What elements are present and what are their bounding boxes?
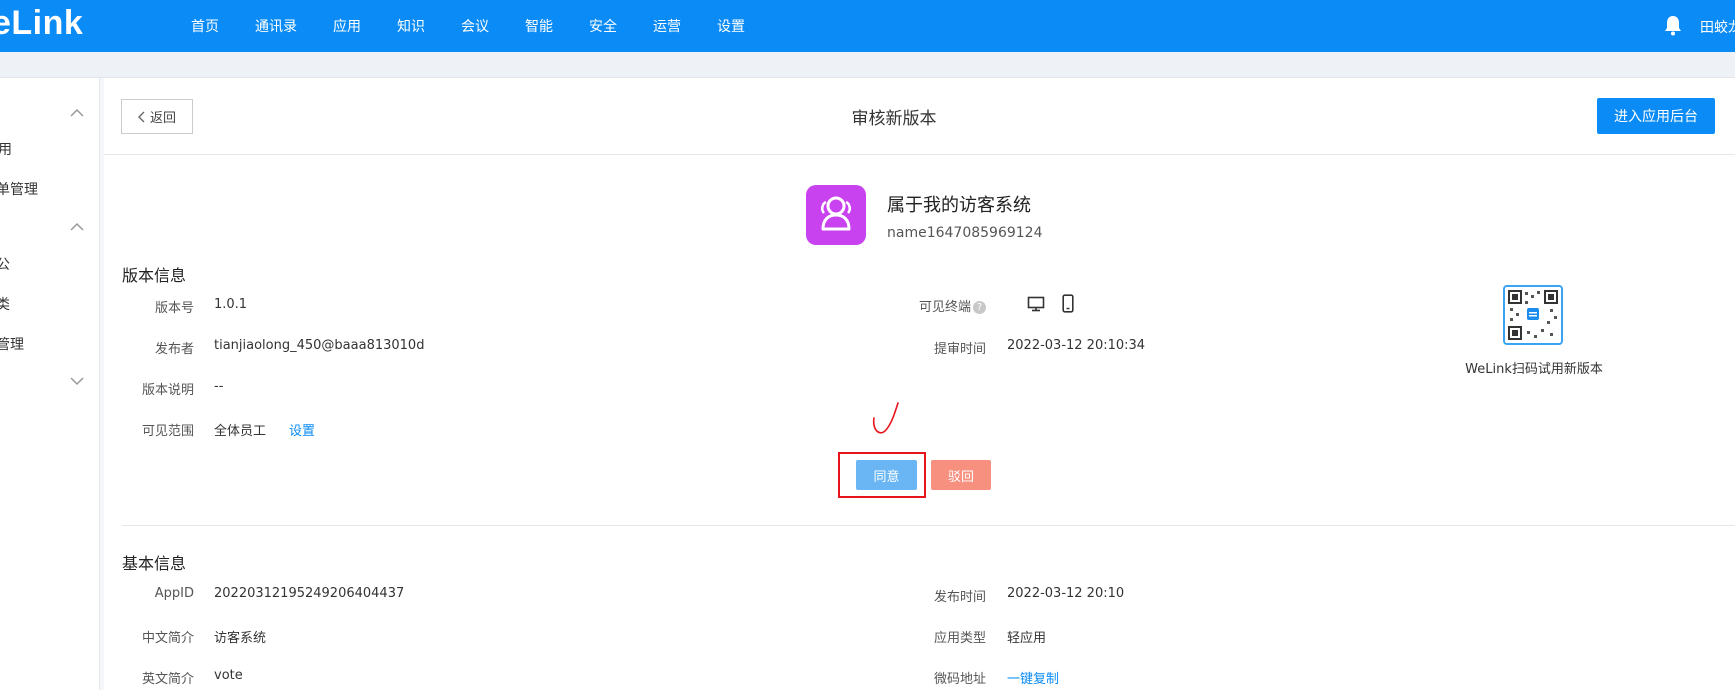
top-navigation-bar: eLink 首页 通讯录 应用 知识 会议 智能 安全 运营 设置 田蛟龙 bbox=[0, 0, 1735, 52]
copy-micro-code-link[interactable]: 一键复制 bbox=[1007, 668, 1059, 687]
visible-terminal-label: 可见终端? bbox=[896, 296, 986, 315]
submit-time-value: 2022-03-12 20:10:34 bbox=[1007, 338, 1146, 353]
users-icon bbox=[821, 196, 851, 231]
app-icon bbox=[806, 185, 866, 245]
sub-header-strip bbox=[0, 52, 1735, 78]
welink-logo[interactable]: eLink bbox=[0, 4, 83, 43]
app-name: 属于我的访客系统 bbox=[887, 195, 1031, 216]
nav-item-security[interactable]: 安全 bbox=[589, 16, 617, 36]
nav-item-smart[interactable]: 智能 bbox=[525, 16, 553, 36]
main-panel: 返回 审核新版本 进入应用后台 属于我的访客系统 name16470859691… bbox=[104, 78, 1735, 690]
version-desc-value: -- bbox=[214, 379, 224, 394]
appid-label: AppID bbox=[154, 586, 194, 601]
sidebar: 用 单管理 公 类 管理 bbox=[0, 78, 100, 690]
cn-desc-label: 中文简介 bbox=[141, 631, 194, 646]
agree-button[interactable]: 同意 bbox=[856, 460, 917, 490]
user-name[interactable]: 田蛟龙 bbox=[1700, 17, 1735, 37]
sidebar-item-3[interactable]: 公 bbox=[0, 254, 10, 274]
help-icon[interactable]: ? bbox=[973, 301, 986, 314]
reject-button[interactable]: 驳回 bbox=[931, 460, 991, 490]
enter-app-console-button[interactable]: 进入应用后台 bbox=[1597, 98, 1715, 134]
bell-icon[interactable] bbox=[1663, 14, 1683, 36]
publisher-value: tianjiaolong_450@baaa813010d bbox=[214, 338, 425, 353]
sidebar-item-4[interactable]: 类 bbox=[0, 294, 10, 314]
visible-scope-value: 全体员工 bbox=[214, 424, 267, 439]
qr-code-icon bbox=[1508, 290, 1558, 340]
appid-value: 20220312195249206404437 bbox=[214, 586, 405, 601]
chevron-up-icon[interactable] bbox=[69, 108, 85, 118]
check-mark-annotation bbox=[872, 402, 899, 434]
app-type-label: 应用类型 bbox=[933, 631, 986, 646]
publish-time-value: 2022-03-12 20:10 bbox=[1007, 586, 1125, 601]
micro-code-label: 微码地址 bbox=[933, 672, 986, 687]
sidebar-item-2[interactable]: 单管理 bbox=[0, 179, 38, 199]
sidebar-item-5[interactable]: 管理 bbox=[0, 334, 24, 354]
basic-info-title: 基本信息 bbox=[122, 554, 187, 573]
qr-code[interactable] bbox=[1503, 285, 1563, 345]
chevron-up-icon[interactable] bbox=[69, 222, 85, 232]
nav-item-meeting[interactable]: 会议 bbox=[461, 16, 489, 36]
submit-time-label: 提审时间 bbox=[933, 342, 986, 357]
sidebar-item-1[interactable]: 用 bbox=[0, 139, 12, 159]
visible-terminal-text: 可见终端 bbox=[918, 300, 971, 315]
version-number-label: 版本号 bbox=[154, 301, 194, 316]
en-desc-label: 英文简介 bbox=[141, 672, 194, 687]
publish-time-label: 发布时间 bbox=[933, 590, 986, 605]
nav-item-operations[interactable]: 运营 bbox=[653, 16, 681, 36]
version-number-value: 1.0.1 bbox=[214, 297, 248, 312]
en-desc-value: vote bbox=[214, 668, 243, 683]
qr-trial-label: WeLink扫码试用新版本 bbox=[1465, 362, 1603, 377]
nav-item-settings[interactable]: 设置 bbox=[717, 16, 745, 36]
chevron-down-icon[interactable] bbox=[69, 376, 85, 386]
scope-settings-link[interactable]: 设置 bbox=[289, 420, 315, 439]
version-info-title: 版本信息 bbox=[122, 266, 187, 285]
nav-item-contacts[interactable]: 通讯录 bbox=[255, 16, 297, 36]
visible-scope-label: 可见范围 bbox=[141, 424, 194, 439]
nav-item-apps[interactable]: 应用 bbox=[333, 16, 361, 36]
app-identifier: name1647085969124 bbox=[887, 225, 1043, 241]
nav-item-home[interactable]: 首页 bbox=[191, 16, 219, 36]
desktop-icon bbox=[1027, 296, 1045, 312]
section-divider bbox=[122, 525, 1735, 526]
app-type-value: 轻应用 bbox=[1007, 631, 1047, 646]
page-header: 返回 审核新版本 进入应用后台 bbox=[104, 78, 1735, 155]
version-desc-label: 版本说明 bbox=[141, 383, 194, 398]
main-nav: 首页 通讯录 应用 知识 会议 智能 安全 运营 设置 bbox=[191, 0, 781, 52]
page-title: 审核新版本 bbox=[851, 109, 937, 129]
mobile-icon bbox=[1062, 294, 1074, 313]
publisher-label: 发布者 bbox=[154, 342, 194, 357]
cn-desc-value: 访客系统 bbox=[214, 631, 267, 646]
nav-item-knowledge[interactable]: 知识 bbox=[397, 16, 425, 36]
